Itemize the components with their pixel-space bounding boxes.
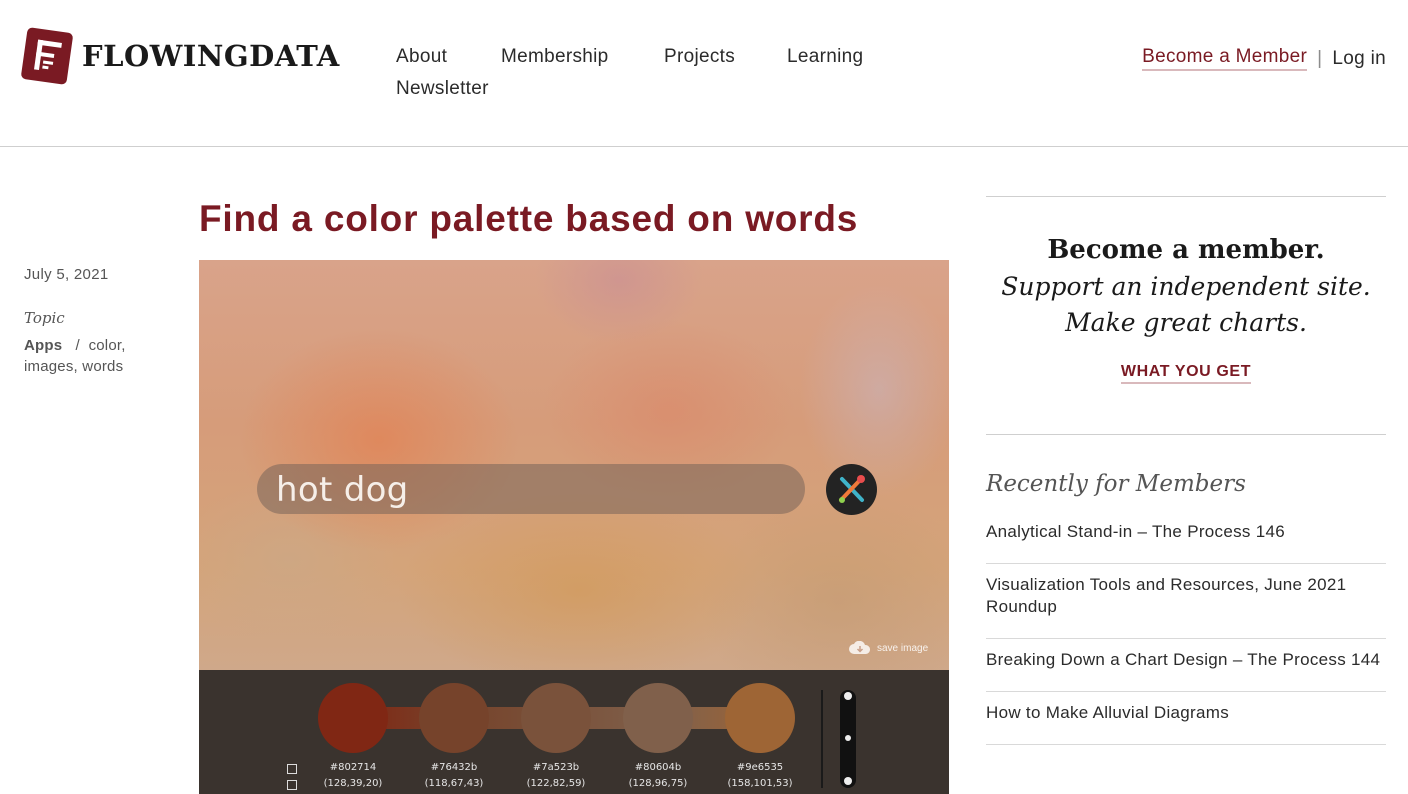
recent-members-heading: Recently for Members — [986, 471, 1246, 497]
promo-heading: Become a member. — [1047, 235, 1325, 265]
recent-item[interactable]: Analytical Stand-in – The Process 146 — [986, 511, 1386, 564]
swatch-2-rgb: (118,67,43) — [424, 778, 484, 789]
post-title[interactable]: Find a color palette based on words — [199, 198, 858, 240]
nav-newsletter[interactable]: Newsletter — [396, 78, 489, 100]
nav-membership[interactable]: Membership — [501, 46, 609, 68]
account-links: Become a Member | Log in — [1142, 46, 1386, 71]
divider-line — [821, 690, 823, 788]
nav-projects[interactable]: Projects — [664, 46, 735, 68]
swatch-5-rgb: (158,101,53) — [727, 778, 793, 789]
sidebar-mid-rule — [986, 434, 1386, 435]
swatch-5-hex: #9e6535 — [736, 762, 784, 773]
swatch-3-hex: #7a523b — [532, 762, 580, 773]
cloud-download-icon — [849, 641, 871, 654]
swatch-1-rgb: (128,39,20) — [323, 778, 383, 789]
minus-icon[interactable] — [844, 777, 852, 785]
swatch-4-hex: #80604b — [634, 762, 682, 773]
palette-bar: #802714 #76432b #7a523b #80604b #9e6535 … — [199, 670, 949, 794]
swatch-3-rgb: (122,82,59) — [526, 778, 586, 789]
swatch-5[interactable] — [725, 683, 795, 753]
swatch-count-slider[interactable] — [840, 690, 856, 788]
flowingdata-logo-icon — [20, 27, 74, 85]
search-query-text: hot dog — [276, 470, 409, 510]
post-date: July 5, 2021 — [24, 266, 109, 283]
article-screenshot: hot dog save image #802714 #76432b #7a52… — [199, 260, 949, 794]
swatch-1-hex: #802714 — [329, 762, 377, 773]
nav-learning[interactable]: Learning — [787, 46, 863, 68]
save-image-label: save image — [877, 642, 929, 654]
recent-item[interactable]: Visualization Tools and Resources, June … — [986, 564, 1386, 639]
swatch-4-rgb: (128,96,75) — [628, 778, 688, 789]
category-apps-link[interactable]: Apps — [24, 337, 62, 354]
topic-list: Apps / color, images, words — [24, 335, 174, 377]
site-header: FLOWINGDATA About Membership Projects Le… — [0, 0, 1408, 147]
word-search-input[interactable]: hot dog — [257, 464, 805, 514]
membership-promo: Become a member. Support an independent … — [986, 197, 1386, 434]
recent-item[interactable]: Breaking Down a Chart Design – The Proce… — [986, 639, 1386, 692]
swatch-2[interactable] — [419, 683, 489, 753]
topic-separator: / — [75, 337, 80, 354]
swatch-1[interactable] — [318, 683, 388, 753]
plus-icon[interactable] — [844, 692, 852, 700]
post-meta: July 5, 2021 Topic Apps / color, images,… — [24, 266, 174, 377]
what-you-get-link[interactable]: WHAT YOU GET — [1120, 363, 1252, 384]
wrench-screwdriver-icon — [839, 475, 865, 503]
nav-about[interactable]: About — [396, 46, 447, 68]
tags-images-words-link[interactable]: images, words — [24, 358, 123, 375]
copy-rgb-icon[interactable] — [287, 780, 297, 790]
slider-handle[interactable] — [845, 735, 851, 741]
copy-hex-icon[interactable] — [287, 764, 297, 774]
logo-text: FLOWINGDATA — [82, 39, 340, 73]
sidebar: Become a member. Support an independent … — [986, 196, 1386, 745]
login-link[interactable]: Log in — [1332, 48, 1386, 70]
swatch-4[interactable] — [623, 683, 693, 753]
recent-item[interactable]: How to Make Alluvial Diagrams — [986, 692, 1386, 745]
tools-button[interactable] — [826, 464, 877, 515]
swatch-2-hex: #76432b — [430, 762, 478, 773]
promo-line-2: Make great charts. — [1065, 308, 1307, 337]
save-image-button[interactable]: save image — [849, 641, 928, 655]
site-logo[interactable]: FLOWINGDATA — [20, 27, 340, 85]
link-separator: | — [1317, 47, 1323, 69]
become-member-link[interactable]: Become a Member — [1142, 46, 1308, 71]
recent-members-list: Analytical Stand-in – The Process 146 Vi… — [986, 511, 1386, 745]
topic-label: Topic — [24, 309, 65, 327]
tags-color-link[interactable]: color, — [89, 337, 126, 354]
swatch-3[interactable] — [521, 683, 591, 753]
promo-line-1: Support an independent site. — [1001, 272, 1371, 301]
